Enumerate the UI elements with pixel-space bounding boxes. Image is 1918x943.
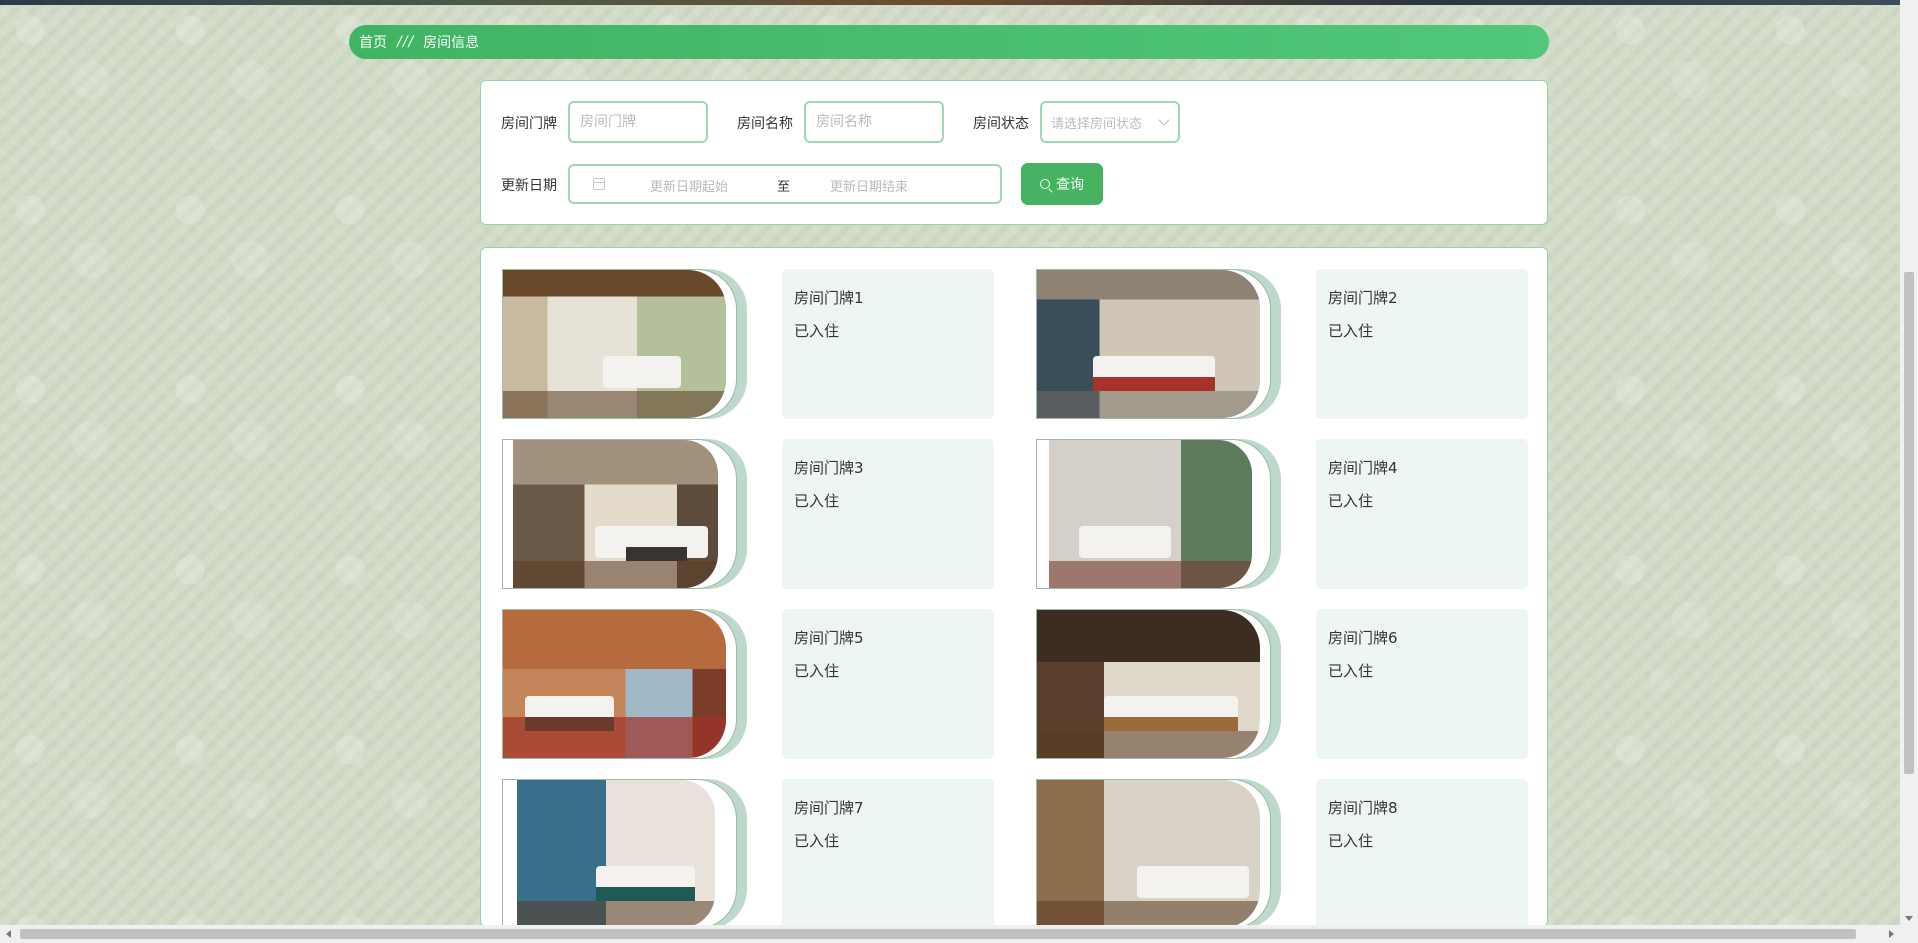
- scroll-left-icon[interactable]: [6, 930, 11, 938]
- calendar-icon: [593, 178, 605, 190]
- search-panel: 房间门牌 房间名称 房间状态 请选择房间状态 更新日期 更新日期起始 至 更新日…: [480, 80, 1548, 225]
- room-card-6[interactable]: 房间门牌6 已入住: [1316, 609, 1528, 759]
- update-date-range-picker[interactable]: 更新日期起始 至 更新日期结束: [568, 164, 1002, 204]
- room-name: 房间门牌4: [1328, 459, 1398, 477]
- date-end-input[interactable]: 更新日期结束: [830, 176, 908, 195]
- room-name-label: 房间名称: [737, 116, 793, 132]
- room-name: 房间门牌8: [1328, 799, 1398, 817]
- room-image-1[interactable]: [502, 269, 747, 419]
- breadcrumb-home[interactable]: 首页: [359, 32, 387, 52]
- room-name: 房间门牌5: [794, 629, 864, 647]
- room-card-1[interactable]: 房间门牌1 已入住: [782, 269, 994, 419]
- room-number-input[interactable]: [568, 101, 708, 143]
- room-name: 房间门牌3: [794, 459, 864, 477]
- room-name: 房间门牌1: [794, 289, 864, 307]
- horizontal-scrollbar-thumb[interactable]: [20, 929, 1856, 939]
- room-card-2[interactable]: 房间门牌2 已入住: [1316, 269, 1528, 419]
- room-status: 已入住: [1328, 322, 1374, 340]
- room-status: 已入住: [1328, 662, 1374, 680]
- room-name: 房间门牌2: [1328, 289, 1398, 307]
- top-banner-strip: [0, 0, 1900, 5]
- query-button[interactable]: 查询: [1021, 163, 1103, 205]
- room-status: 已入住: [794, 662, 840, 680]
- room-name: 房间门牌6: [1328, 629, 1398, 647]
- room-image-8[interactable]: [1036, 779, 1281, 926]
- room-image-3[interactable]: [502, 439, 747, 589]
- room-status-placeholder: 请选择房间状态: [1051, 116, 1143, 132]
- room-card-7[interactable]: 房间门牌7 已入住: [782, 779, 994, 926]
- room-status: 已入住: [794, 832, 840, 850]
- room-card-3[interactable]: 房间门牌3 已入住: [782, 439, 994, 589]
- query-button-label: 查询: [1056, 177, 1084, 193]
- room-number-label: 房间门牌: [501, 116, 557, 132]
- room-image-7[interactable]: [502, 779, 747, 926]
- room-list-panel: 房间门牌1 已入住 房间门牌2 已入住 房间门牌3 已入住 房间门牌4 已入住 …: [480, 247, 1548, 927]
- room-status-label: 房间状态: [973, 116, 1029, 132]
- room-status: 已入住: [1328, 832, 1374, 850]
- update-date-label: 更新日期: [501, 178, 557, 194]
- chevron-down-icon: [1158, 114, 1170, 126]
- room-card-5[interactable]: 房间门牌5 已入住: [782, 609, 994, 759]
- room-card-4[interactable]: 房间门牌4 已入住: [1316, 439, 1528, 589]
- room-status: 已入住: [1328, 492, 1374, 510]
- room-image-6[interactable]: [1036, 609, 1281, 759]
- room-card-8[interactable]: 房间门牌8 已入住: [1316, 779, 1528, 926]
- room-status: 已入住: [794, 492, 840, 510]
- room-image-4[interactable]: [1036, 439, 1281, 589]
- breadcrumb-separator: ///: [397, 34, 415, 50]
- room-image-2[interactable]: [1036, 269, 1281, 419]
- scroll-right-icon[interactable]: [1889, 930, 1894, 938]
- vertical-scrollbar-thumb[interactable]: [1904, 272, 1914, 774]
- room-status-select[interactable]: 请选择房间状态: [1040, 101, 1180, 143]
- date-range-separator: 至: [777, 180, 791, 195]
- vertical-scrollbar[interactable]: [1900, 0, 1918, 925]
- room-status: 已入住: [794, 322, 840, 340]
- search-icon: [1040, 179, 1050, 189]
- horizontal-scrollbar[interactable]: [0, 925, 1918, 943]
- breadcrumb: 首页 /// 房间信息: [349, 25, 1549, 59]
- room-name: 房间门牌7: [794, 799, 864, 817]
- room-image-5[interactable]: [502, 609, 747, 759]
- breadcrumb-current: 房间信息: [423, 35, 480, 51]
- room-name-input[interactable]: [804, 101, 944, 143]
- date-start-input[interactable]: 更新日期起始: [650, 176, 728, 195]
- scroll-down-icon[interactable]: [1905, 916, 1913, 921]
